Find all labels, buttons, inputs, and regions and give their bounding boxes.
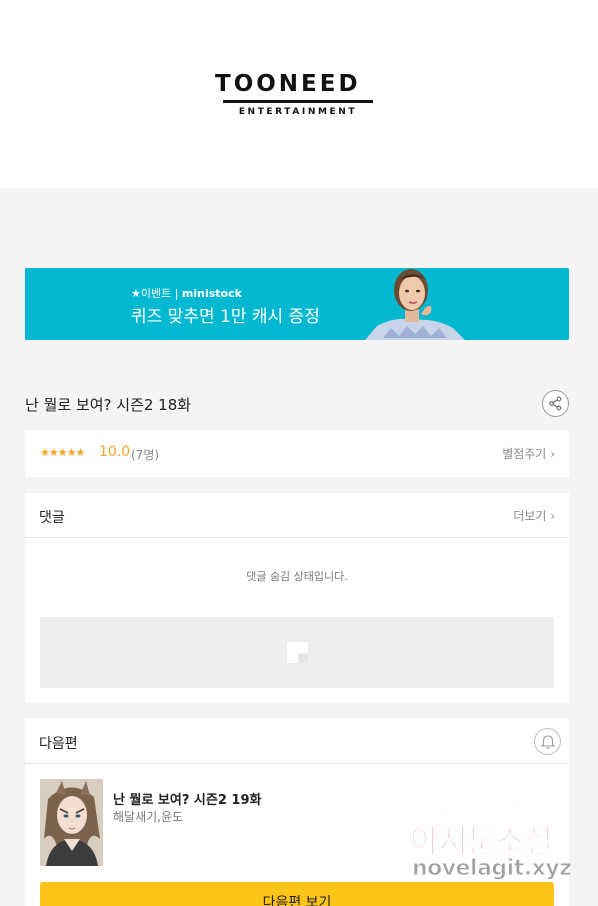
next-episode-thumbnail[interactable] [40, 779, 103, 866]
more-label: 더보기 [513, 509, 547, 523]
rating-votes: (7명) [131, 448, 160, 462]
rating-score: 10.0 [99, 444, 131, 460]
chevron-right-icon: › [550, 509, 555, 523]
ad-placeholder-icon [287, 642, 308, 663]
notification-button[interactable] [534, 728, 561, 755]
chevron-right-icon: › [550, 447, 555, 461]
banner-model-image [365, 269, 465, 340]
episode-title: 난 뭘로 보여? 시즌2 18화 [25, 396, 192, 414]
comment-label: 댓글 [39, 510, 65, 526]
banner-title: 퀴즈 맞추면 1만 캐시 증정 [131, 307, 320, 327]
logo-sub-text: ENTERTAINMENT [238, 107, 358, 117]
share-button[interactable] [542, 390, 569, 417]
event-banner[interactable]: ★이벤트 | ministock 퀴즈 맞추면 1만 캐시 증정 [25, 268, 569, 340]
banner-tag-prefix: ★이벤트 | [131, 287, 182, 300]
tooneed-logo[interactable]: TOONEED ENTERTAINMENT [215, 72, 381, 118]
logo-main-text: TOONEED [215, 71, 361, 97]
banner-tag: ★이벤트 | ministock [131, 285, 242, 301]
share-icon [549, 396, 562, 411]
comment-header: 댓글 더보기 › [25, 493, 569, 538]
next-episode-header: 다음편 [25, 718, 569, 764]
ad-placeholder[interactable] [40, 617, 554, 688]
comment-more-button[interactable]: 더보기 › [513, 507, 555, 524]
logo-divider [223, 100, 373, 103]
banner-brand: ministock [181, 287, 242, 300]
bell-icon [540, 734, 555, 749]
comment-card: 댓글 더보기 › 댓글 숨김 상태입니다. [25, 493, 569, 703]
rating-stars: ★★★★★ [40, 446, 85, 459]
next-episode-label: 다음편 [39, 736, 78, 752]
rating-card: ★★★★★ 10.0 (7명) 별점주기 › [25, 430, 569, 477]
next-episode-author: 해달새기,윤도 [113, 810, 184, 824]
comment-hidden-message: 댓글 숨김 상태입니다. [246, 570, 348, 583]
site-watermark: 국내최초 무료 웹소설 아지툰소설 novelagit.xyz [409, 800, 580, 890]
rate-button[interactable]: 별점주기 › [502, 445, 555, 462]
rate-button-label: 별점주기 [502, 447, 547, 461]
next-episode-title[interactable]: 난 뭘로 보여? 시즌2 19화 [113, 789, 261, 808]
logo-header: TOONEED ENTERTAINMENT [0, 0, 598, 188]
watermark-line3: novelagit.xyz [411, 856, 572, 882]
